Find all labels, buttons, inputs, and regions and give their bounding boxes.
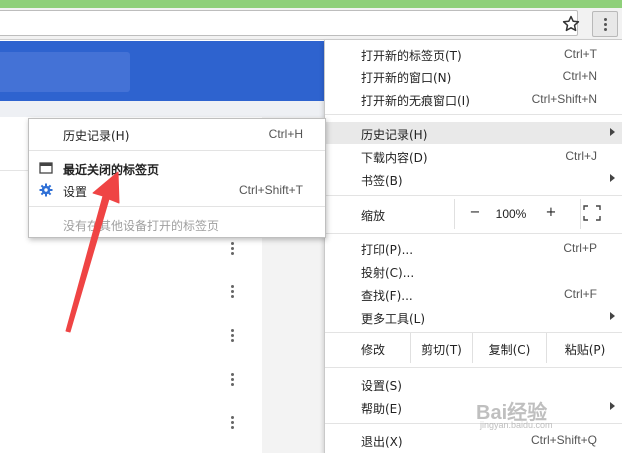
more-options-icon[interactable] (226, 283, 238, 299)
more-options-icon[interactable] (226, 371, 238, 387)
menu-item-new-window[interactable]: 打开新的窗口(N) Ctrl+N (325, 65, 622, 87)
menu-separator (325, 367, 622, 368)
submenu-item-settings[interactable]: 设置 Ctrl+Shift+T (29, 179, 325, 201)
submenu-separator (29, 150, 325, 151)
menu-item-label: 投射(C)... (361, 266, 415, 280)
menu-item-help[interactable]: 帮助(E) (325, 396, 622, 418)
menu-item-shortcut: Ctrl+J (565, 149, 597, 163)
submenu-separator (29, 206, 325, 207)
menu-item-label: 退出(X) (361, 435, 403, 449)
star-icon[interactable] (561, 14, 581, 34)
menu-item-cast[interactable]: 投射(C)... (325, 260, 622, 282)
fullscreen-icon[interactable] (583, 205, 601, 221)
submenu-arrow-icon (610, 312, 615, 320)
zoom-controls: − 100% + (454, 199, 581, 229)
menu-item-shortcut: Ctrl+Shift+Q (530, 433, 597, 447)
page-subheader (0, 101, 324, 117)
menu-separator (325, 423, 622, 424)
menu-item-label: 打开新的标签页(T) (361, 49, 462, 63)
gear-icon (39, 183, 53, 197)
menu-item-incognito[interactable]: 打开新的无痕窗口(I) Ctrl+Shift+N (325, 88, 622, 110)
menu-item-label: 设置(S) (361, 379, 402, 393)
menu-item-label: 查找(F)... (361, 289, 413, 303)
menu-item-shortcut: Ctrl+T (564, 47, 597, 61)
address-bar[interactable] (0, 10, 578, 36)
menu-item-label: 打开新的无痕窗口(I) (361, 94, 470, 108)
menu-item-label: 下载内容(D) (361, 151, 428, 165)
menu-item-shortcut: Ctrl+F (564, 287, 597, 301)
submenu-arrow-icon (610, 128, 615, 136)
watermark-url: jingyan.baidu.com (480, 420, 553, 430)
browser-toolbar (0, 8, 622, 40)
menu-item-label: 打印(P)... (361, 243, 414, 257)
submenu-item-label: 最近关闭的标签页 (63, 163, 160, 177)
edit-label: 修改 (361, 343, 386, 357)
menu-item-shortcut: Ctrl+Shift+N (531, 92, 597, 106)
menu-item-exit[interactable]: 退出(X) Ctrl+Shift+Q (325, 429, 622, 451)
zoom-level: 100% (495, 207, 527, 221)
submenu-item-label: 历史记录(H) (63, 129, 130, 143)
tab-window-icon (39, 161, 53, 175)
menu-item-label: 历史记录(H) (361, 128, 428, 142)
menu-item-label: 帮助(E) (361, 402, 402, 416)
menu-separator (325, 233, 622, 234)
menu-separator (325, 114, 622, 115)
menu-item-print[interactable]: 打印(P)... Ctrl+P (325, 237, 622, 259)
menu-item-find[interactable]: 查找(F)... Ctrl+F (325, 283, 622, 305)
chrome-menu-button[interactable] (592, 11, 618, 37)
submenu-item-no-devices: 没有在其他设备打开的标签页 (29, 213, 325, 235)
menu-zoom-row: 缩放 − 100% + (325, 199, 622, 229)
submenu-arrow-icon (610, 174, 615, 182)
menu-item-shortcut: Ctrl+P (563, 241, 597, 255)
zoom-in-button[interactable]: + (543, 205, 559, 221)
submenu-item-shortcut: Ctrl+Shift+T (238, 183, 303, 197)
menu-item-label: 书签(B) (361, 174, 403, 188)
paste-button[interactable]: 粘贴(P) (546, 333, 622, 363)
menu-item-history[interactable]: 历史记录(H) (325, 122, 622, 144)
cut-button[interactable]: 剪切(T) (410, 333, 472, 363)
menu-item-downloads[interactable]: 下载内容(D) Ctrl+J (325, 145, 622, 167)
history-submenu: 历史记录(H) Ctrl+H 最近关闭的标签页 设置 Ctrl+Shift+T … (28, 118, 326, 238)
copy-button[interactable]: 复制(C) (472, 333, 546, 363)
page-header (0, 41, 324, 101)
three-dots-vertical-icon (604, 18, 607, 21)
zoom-label: 缩放 (361, 209, 386, 223)
menu-edit-row: 修改 剪切(T) 复制(C) 粘贴(P) (325, 333, 622, 363)
menu-item-shortcut: Ctrl+N (562, 69, 597, 83)
submenu-item-label: 设置 (63, 185, 88, 199)
chrome-main-menu: 打开新的标签页(T) Ctrl+T 打开新的窗口(N) Ctrl+N 打开新的无… (324, 40, 622, 453)
menu-item-settings[interactable]: 设置(S) (325, 373, 622, 395)
page-search-box[interactable] (0, 52, 130, 92)
more-options-icon[interactable] (226, 240, 238, 256)
more-options-icon[interactable] (226, 327, 238, 343)
submenu-item-history[interactable]: 历史记录(H) Ctrl+H (29, 123, 325, 145)
more-options-icon[interactable] (226, 414, 238, 430)
submenu-item-label: 没有在其他设备打开的标签页 (63, 219, 220, 233)
submenu-arrow-icon (610, 402, 615, 410)
submenu-item-recently-closed[interactable]: 最近关闭的标签页 (29, 157, 325, 179)
menu-item-more-tools[interactable]: 更多工具(L) (325, 306, 622, 328)
menu-item-label: 更多工具(L) (361, 312, 426, 326)
window-top-strip (0, 0, 622, 8)
menu-item-bookmarks[interactable]: 书签(B) (325, 168, 622, 190)
submenu-item-shortcut: Ctrl+H (268, 127, 303, 141)
menu-separator (325, 195, 622, 196)
zoom-out-button[interactable]: − (467, 205, 483, 221)
watermark: Bai经验 jingyan.baidu.com (476, 396, 553, 430)
menu-item-label: 打开新的窗口(N) (361, 71, 452, 85)
menu-item-new-tab[interactable]: 打开新的标签页(T) Ctrl+T (325, 43, 622, 65)
